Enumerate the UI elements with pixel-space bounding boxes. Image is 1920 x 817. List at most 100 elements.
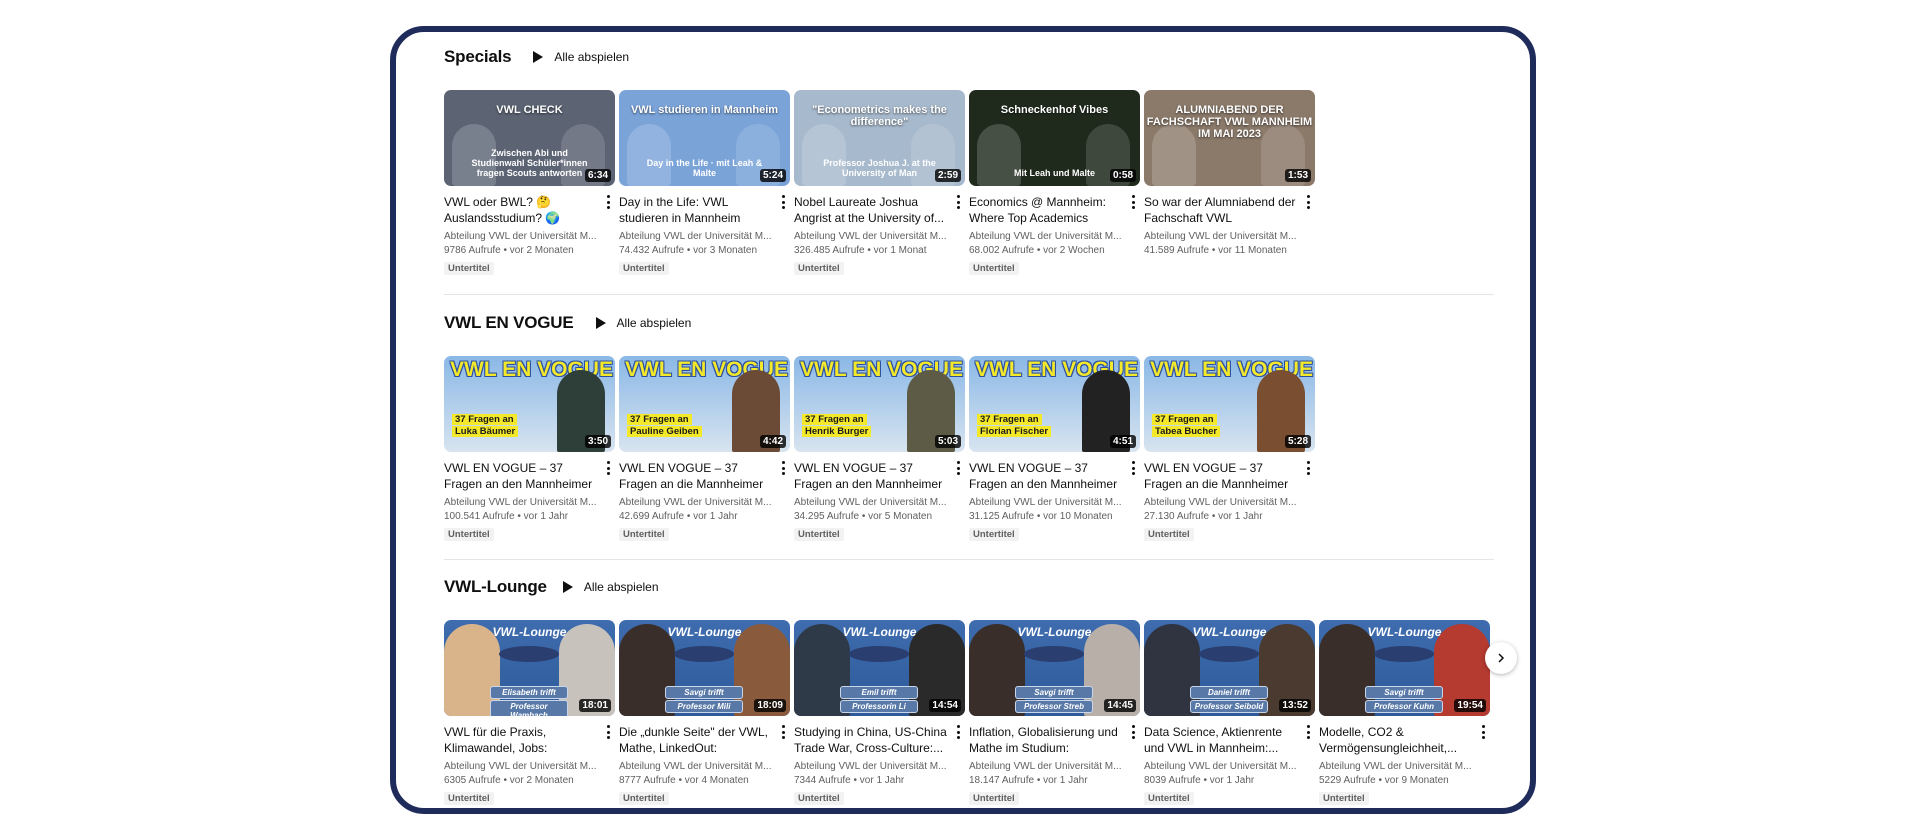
more-vert-icon[interactable] bbox=[1128, 193, 1138, 211]
video-title[interactable]: VWL oder BWL? 🤔 Auslandsstudium? 🌍 Jobs.… bbox=[444, 194, 597, 226]
channel-name[interactable]: Abteilung VWL der Universität M... bbox=[969, 496, 1122, 510]
video-thumbnail[interactable]: VWL CHECK Zwischen Abi und Studienwahl Sc… bbox=[444, 90, 615, 186]
more-vert-icon[interactable] bbox=[953, 459, 963, 477]
video-thumbnail[interactable]: VWL-Lounge Savgi trifft Professor Kuhn 19:5… bbox=[1319, 620, 1490, 716]
channel-name[interactable]: Abteilung VWL der Universität M... bbox=[619, 760, 772, 774]
video-title[interactable]: Die „dunkle Seite" der VWL, Mathe, Linke… bbox=[619, 724, 772, 756]
video-thumbnail[interactable]: VWL studieren in Mannheim Day in the Life… bbox=[619, 90, 790, 186]
more-vert-icon[interactable] bbox=[1303, 193, 1313, 211]
video-thumbnail[interactable]: VWL EN VOGUE 37 Fragen an Pauline Geiben 4:… bbox=[619, 356, 790, 452]
thumbnail-title: VWL studieren in Mannheim bbox=[630, 104, 779, 116]
more-vert-icon[interactable] bbox=[603, 459, 613, 477]
video-card[interactable]: ALUMNIABEND DER FACHSCHAFT VWL MANNHEIM … bbox=[1144, 90, 1315, 276]
video-thumbnail[interactable]: VWL-Lounge Daniel trifft Professor Seibold… bbox=[1144, 620, 1315, 716]
video-title[interactable]: VWL EN VOGUE – 37 Fragen an den Mannheim… bbox=[969, 460, 1122, 492]
channel-name[interactable]: Abteilung VWL der Universität M... bbox=[969, 760, 1122, 774]
more-vert-icon[interactable] bbox=[778, 723, 788, 741]
thumbnail-title: Schneckenhof Vibes bbox=[1000, 104, 1109, 116]
channel-name[interactable]: Abteilung VWL der Universität M... bbox=[1144, 760, 1297, 774]
video-title[interactable]: Inflation, Globalisierung und Mathe im S… bbox=[969, 724, 1122, 756]
channel-name[interactable]: Abteilung VWL der Universität M... bbox=[444, 760, 597, 774]
more-vert-icon[interactable] bbox=[1303, 459, 1313, 477]
more-vert-icon[interactable] bbox=[1128, 723, 1138, 741]
play-all-button[interactable]: Alle abspielen bbox=[533, 50, 629, 64]
video-title[interactable]: VWL EN VOGUE – 37 Fragen an die Mannheim… bbox=[619, 460, 772, 492]
video-card[interactable]: VWL-Lounge Savgi trifft Professor Streb 14:… bbox=[969, 620, 1140, 806]
video-thumbnail[interactable]: VWL EN VOGUE 37 Fragen an Luka Bäumer 3:50 bbox=[444, 356, 615, 452]
more-vert-icon[interactable] bbox=[778, 193, 788, 211]
video-title[interactable]: Nobel Laureate Joshua Angrist at the Uni… bbox=[794, 194, 947, 226]
video-card[interactable]: VWL EN VOGUE 37 Fragen an Florian Fischer 4… bbox=[969, 356, 1140, 542]
subtitle-badge: Untertitel bbox=[619, 792, 669, 805]
channel-name[interactable]: Abteilung VWL der Universität M... bbox=[794, 230, 947, 244]
more-vert-icon[interactable] bbox=[953, 193, 963, 211]
video-title[interactable]: Economics @ Mannheim: Where Top Academic… bbox=[969, 194, 1122, 226]
video-card[interactable]: VWL-Lounge Daniel trifft Professor Seibold… bbox=[1144, 620, 1315, 806]
play-all-button[interactable]: Alle abspielen bbox=[595, 316, 691, 330]
video-title[interactable]: VWL EN VOGUE – 37 Fragen an die Mannheim… bbox=[1144, 460, 1297, 492]
video-thumbnail[interactable]: VWL EN VOGUE 37 Fragen an Florian Fischer 4… bbox=[969, 356, 1140, 452]
video-card[interactable]: VWL EN VOGUE 37 Fragen an Tabea Bucher 5:28… bbox=[1144, 356, 1315, 542]
play-all-label: Alle abspielen bbox=[554, 50, 630, 64]
more-vert-icon[interactable] bbox=[953, 723, 963, 741]
video-card[interactable]: VWL EN VOGUE 37 Fragen an Luka Bäumer 3:50 V… bbox=[444, 356, 615, 542]
video-title[interactable]: VWL für die Praxis, Klimawandel, Jobs: S… bbox=[444, 724, 597, 756]
video-card[interactable]: "Econometrics makes the difference" Profe… bbox=[794, 90, 965, 276]
chevron-right-icon bbox=[1498, 653, 1505, 663]
thumbnail-subtitle: Day in the Life · mit Leah & Malte bbox=[646, 158, 763, 178]
table-graphic bbox=[1024, 646, 1084, 662]
more-vert-icon[interactable] bbox=[603, 723, 613, 741]
video-card[interactable]: VWL-Lounge Emil trifft Professorin Li 14:54… bbox=[794, 620, 965, 806]
video-thumbnail[interactable]: VWL EN VOGUE 37 Fragen an Tabea Bucher 5:28 bbox=[1144, 356, 1315, 452]
video-thumbnail[interactable]: VWL EN VOGUE 37 Fragen an Henrik Burger 5:0… bbox=[794, 356, 965, 452]
video-title[interactable]: Studying in China, US-China Trade War, C… bbox=[794, 724, 947, 756]
play-all-button[interactable]: Alle abspielen bbox=[562, 580, 659, 594]
video-thumbnail[interactable]: VWL-Lounge Savgi trifft Professor Streb 14:… bbox=[969, 620, 1140, 716]
video-card[interactable]: VWL EN VOGUE 37 Fragen an Henrik Burger 5:0… bbox=[794, 356, 965, 542]
video-title[interactable]: Data Science, Aktienrente und VWL in Man… bbox=[1144, 724, 1297, 756]
thumbnail-question: 37 Fragen an bbox=[627, 414, 692, 425]
channel-name[interactable]: Abteilung VWL der Universität M... bbox=[619, 496, 772, 510]
video-meta: VWL oder BWL? 🤔 Auslandsstudium? 🌍 Jobs.… bbox=[444, 186, 615, 276]
video-card[interactable]: VWL CHECK Zwischen Abi und Studienwahl Sc… bbox=[444, 90, 615, 276]
video-thumbnail[interactable]: "Econometrics makes the difference" Profe… bbox=[794, 90, 965, 186]
video-title[interactable]: Day in the Life: VWL studieren in Mannhe… bbox=[619, 194, 772, 226]
table-graphic bbox=[1374, 646, 1434, 662]
video-card[interactable]: VWL-Lounge Savgi trifft Professor Mili 18:0… bbox=[619, 620, 790, 806]
video-card[interactable]: VWL-Lounge Savgi trifft Professor Kuhn 19:5… bbox=[1319, 620, 1490, 806]
more-vert-icon[interactable] bbox=[778, 459, 788, 477]
thumbnail-person-name: Tabea Bucher bbox=[1152, 426, 1221, 437]
channel-name[interactable]: Abteilung VWL der Universität M... bbox=[619, 230, 772, 244]
channel-name[interactable]: Abteilung VWL der Universität M... bbox=[1319, 760, 1472, 774]
duration-badge: 1:53 bbox=[1284, 169, 1311, 182]
channel-name[interactable]: Abteilung VWL der Universität M... bbox=[1144, 496, 1297, 510]
video-thumbnail[interactable]: Schneckenhof Vibes Mit Leah und Malte 0:58 bbox=[969, 90, 1140, 186]
video-thumbnail[interactable]: VWL-Lounge Savgi trifft Professor Mili 18:0… bbox=[619, 620, 790, 716]
video-stats: 6305 Aufrufe • vor 2 Monaten bbox=[444, 775, 574, 786]
video-card[interactable]: VWL studieren in Mannheim Day in the Life… bbox=[619, 90, 790, 276]
thumbnail-subtitle: Zwischen Abi und Studienwahl Schüler*inn… bbox=[471, 148, 588, 178]
more-vert-icon[interactable] bbox=[1478, 723, 1488, 741]
video-thumbnail[interactable]: VWL-Lounge Elisabeth trifft Professor Wamb… bbox=[444, 620, 615, 716]
more-vert-icon[interactable] bbox=[1128, 459, 1138, 477]
video-card[interactable]: Schneckenhof Vibes Mit Leah und Malte 0:58… bbox=[969, 90, 1140, 276]
more-vert-icon[interactable] bbox=[1303, 723, 1313, 741]
channel-name[interactable]: Abteilung VWL der Universität M... bbox=[1144, 230, 1297, 244]
video-title[interactable]: Modelle, CO2 & Vermögensungleichheit,... bbox=[1319, 724, 1472, 756]
channel-name[interactable]: Abteilung VWL der Universität M... bbox=[794, 496, 947, 510]
channel-name[interactable]: Abteilung VWL der Universität M... bbox=[444, 230, 597, 244]
video-title[interactable]: VWL EN VOGUE – 37 Fragen an den Mannheim… bbox=[794, 460, 947, 492]
more-vert-icon[interactable] bbox=[603, 193, 613, 211]
channel-name[interactable]: Abteilung VWL der Universität M... bbox=[969, 230, 1122, 244]
channel-name[interactable]: Abteilung VWL der Universität M... bbox=[794, 760, 947, 774]
video-thumbnail[interactable]: ALUMNIABEND DER FACHSCHAFT VWL MANNHEIM … bbox=[1144, 90, 1315, 186]
video-title[interactable]: So war der Alumniabend der Fachschaft VW… bbox=[1144, 194, 1297, 226]
video-title[interactable]: VWL EN VOGUE – 37 Fragen an den Mannheim… bbox=[444, 460, 597, 492]
video-card[interactable]: VWL-Lounge Elisabeth trifft Professor Wamb… bbox=[444, 620, 615, 806]
channel-name[interactable]: Abteilung VWL der Universität M... bbox=[444, 496, 597, 510]
video-thumbnail[interactable]: VWL-Lounge Emil trifft Professorin Li 14:54 bbox=[794, 620, 965, 716]
shelf-title: VWL-Lounge bbox=[444, 577, 547, 596]
video-card[interactable]: VWL EN VOGUE 37 Fragen an Pauline Geiben 4:… bbox=[619, 356, 790, 542]
carousel-next-button[interactable] bbox=[1485, 642, 1517, 674]
thumbnail-professor: Professor Wambach bbox=[490, 700, 568, 716]
